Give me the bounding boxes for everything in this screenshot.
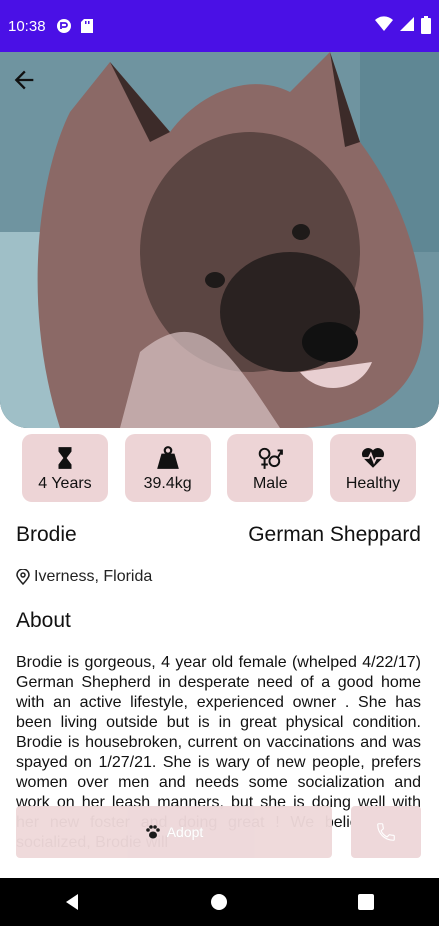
nav-recents-icon[interactable]: [357, 893, 375, 911]
chip-age: 4 Years: [22, 434, 108, 502]
chip-health: Healthy: [329, 434, 416, 502]
chip-gender: Male: [227, 434, 314, 502]
adopt-label: Adopt: [166, 824, 204, 840]
gender-icon: [259, 447, 284, 469]
weight-icon: [156, 446, 179, 469]
nav-back-icon[interactable]: [64, 893, 82, 911]
pet-photo: [0, 52, 439, 428]
chip-label: 4 Years: [38, 475, 92, 492]
adopt-button[interactable]: Adopt: [16, 806, 332, 858]
back-arrow-icon[interactable]: [10, 66, 38, 94]
pet-name: Brodie: [16, 523, 77, 546]
cast-icon: [56, 19, 71, 33]
location-label: Iverness, Florida: [34, 568, 153, 585]
location-pin-icon: [16, 569, 30, 585]
paw-icon: [145, 825, 160, 839]
attribute-chips: 4 Years 39.4kg Male Healthy: [22, 434, 416, 502]
hourglass-icon: [58, 447, 72, 469]
call-button[interactable]: [351, 806, 421, 858]
pet-breed: German Sheppard: [248, 523, 421, 546]
chip-weight: 39.4kg: [124, 434, 211, 502]
chip-label: Male: [252, 475, 288, 492]
about-heading: About: [16, 609, 71, 632]
battery-icon: [421, 16, 431, 34]
status-time: 10:38: [8, 17, 46, 35]
chip-label: 39.4kg: [143, 475, 192, 492]
chip-label: Healthy: [345, 475, 401, 492]
dog-photo: [0, 52, 439, 428]
system-nav-bar: [0, 878, 439, 926]
signal-icon: [400, 17, 414, 31]
sd-card-icon: [80, 19, 93, 33]
pet-location: Iverness, Florida: [16, 568, 152, 586]
nav-home-icon[interactable]: [210, 893, 228, 911]
wifi-icon: [375, 16, 393, 31]
phone-icon: [377, 823, 395, 841]
status-bar: 10:38: [0, 0, 439, 52]
heart-pulse-icon: [361, 448, 385, 468]
